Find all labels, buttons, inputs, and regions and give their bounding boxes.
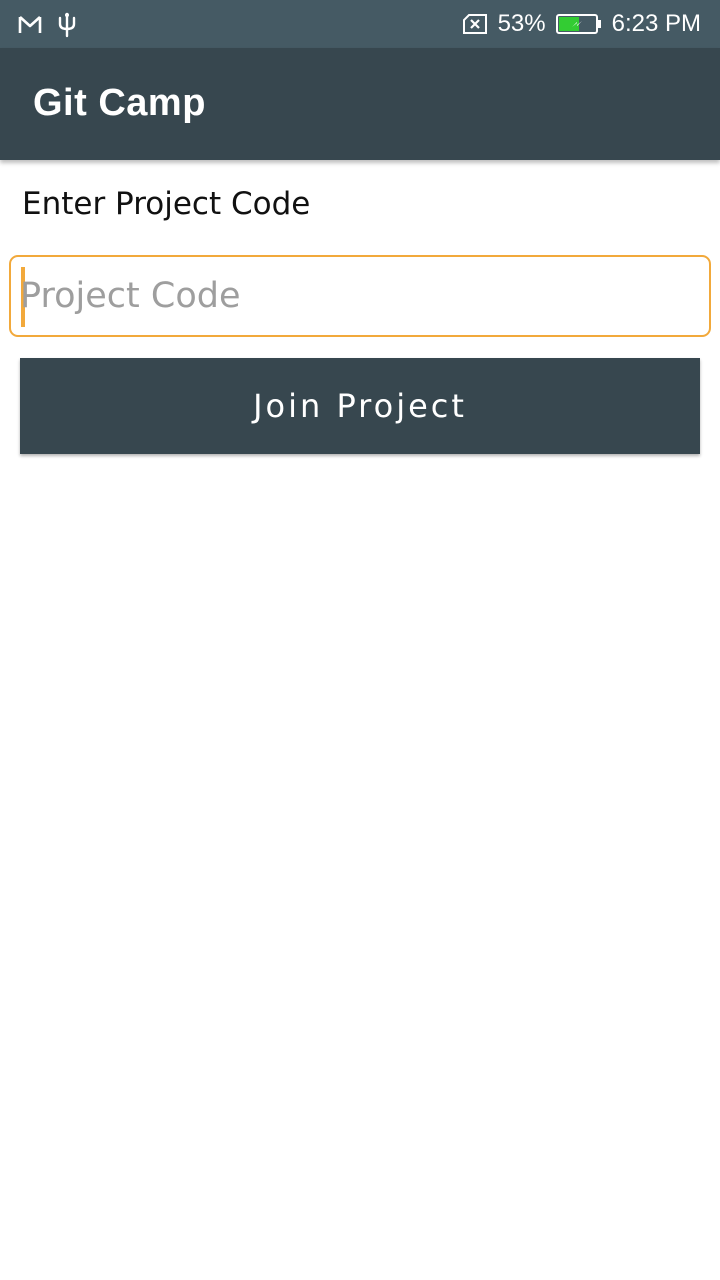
project-code-input[interactable] bbox=[20, 265, 700, 327]
project-code-input-container[interactable] bbox=[9, 255, 711, 337]
status-icons-right: 53% 6:23 PM bbox=[462, 10, 701, 38]
status-icons-left bbox=[18, 12, 78, 38]
battery-charging-icon bbox=[555, 13, 602, 35]
app-title: Git Camp bbox=[33, 82, 206, 124]
no-sim-icon bbox=[462, 13, 488, 35]
clock: 6:23 PM bbox=[611, 10, 701, 37]
battery-percent: 53% bbox=[497, 10, 546, 37]
gmail-icon bbox=[18, 15, 42, 35]
status-bar: 53% 6:23 PM bbox=[0, 0, 720, 48]
project-code-label: Enter Project Code bbox=[22, 186, 311, 222]
usb-icon bbox=[56, 12, 78, 38]
app-bar: Git Camp bbox=[0, 48, 720, 160]
join-project-button[interactable]: Join Project bbox=[20, 358, 700, 454]
